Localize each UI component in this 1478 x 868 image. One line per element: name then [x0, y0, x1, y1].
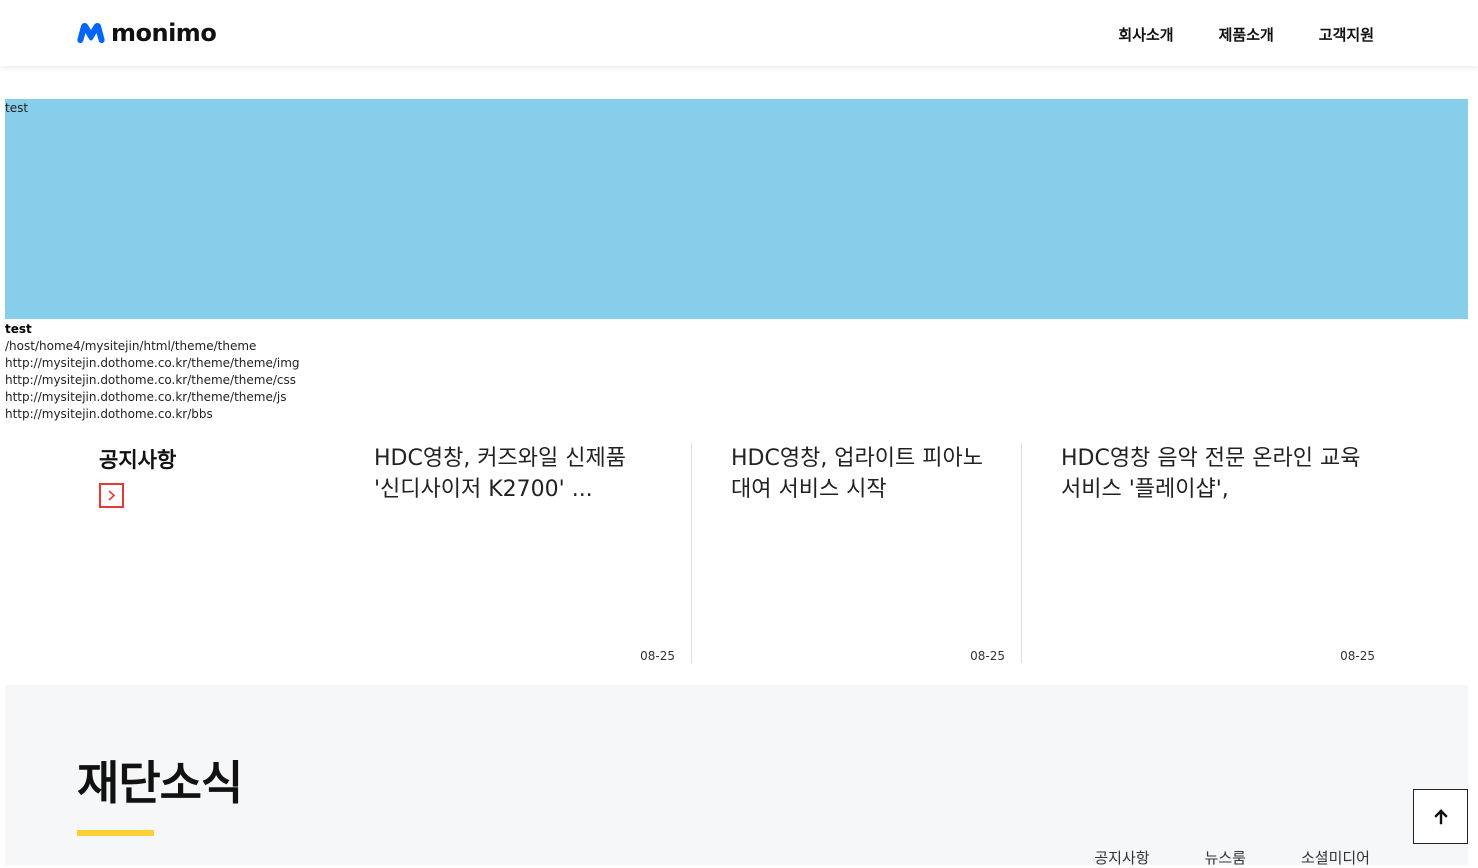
banner-label: test: [5, 101, 29, 115]
notice-card-date: 08-25: [1340, 649, 1375, 663]
debug-title: test: [5, 322, 32, 336]
debug-line: http://mysitejin.dothome.co.kr/theme/the…: [5, 390, 287, 404]
scroll-top-button[interactable]: [1413, 789, 1468, 844]
nav-item-products[interactable]: 제품소개: [1219, 24, 1274, 45]
debug-line: /host/home4/mysitejin/html/theme/theme: [5, 339, 257, 353]
title-underline: [77, 830, 154, 836]
notice-card-title: HDC영창, 커즈와일 신제품 '신디사이저 K2700' ...: [374, 446, 626, 502]
logo[interactable]: monimo: [77, 19, 217, 47]
notice-card-title: HDC영창, 업라이트 피아노 대여 서비스 시작: [731, 446, 983, 502]
notice-card-title: HDC영창 음악 전문 온라인 교육 서비스 '플레이샵',: [1061, 446, 1361, 502]
card-divider: [691, 443, 692, 663]
notice-card[interactable]: HDC영창, 커즈와일 신제품 '신디사이저 K2700' ... 08-25: [374, 443, 691, 663]
notice-card-date: 08-25: [640, 649, 675, 663]
debug-line: http://mysitejin.dothome.co.kr/theme/the…: [5, 373, 296, 387]
notice-section-title: 공지사항: [99, 448, 177, 472]
debug-line: http://mysitejin.dothome.co.kr/theme/the…: [5, 356, 300, 370]
logo-text: monimo: [111, 19, 217, 47]
chevron-right-icon: [108, 490, 116, 501]
notice-more-button[interactable]: [99, 483, 124, 508]
notice-card[interactable]: HDC영창, 업라이트 피아노 대여 서비스 시작 08-25: [731, 443, 1021, 663]
notice-card[interactable]: HDC영창 음악 전문 온라인 교육 서비스 '플레이샵', 08-25: [1061, 443, 1391, 663]
notice-card-date: 08-25: [970, 649, 1005, 663]
nav-item-support[interactable]: 고객지원: [1319, 24, 1374, 45]
foundation-news-section: 재단소식 공지사항 뉴스룸 소셜미디어: [5, 685, 1468, 867]
site-header: monimo 회사소개 제품소개 고객지원: [0, 0, 1478, 66]
debug-banner: test: [5, 99, 1468, 319]
card-divider: [1021, 443, 1022, 663]
logo-icon: [77, 23, 105, 43]
nav-item-company[interactable]: 회사소개: [1118, 24, 1173, 45]
arrow-up-icon: [1433, 808, 1448, 824]
news-section-title: 재단소식: [77, 756, 243, 810]
debug-line: http://mysitejin.dothome.co.kr/bbs: [5, 407, 213, 421]
debug-output: test /host/home4/mysitejin/html/theme/th…: [5, 321, 300, 423]
main-nav: 회사소개 제품소개 고객지원: [1118, 24, 1374, 45]
